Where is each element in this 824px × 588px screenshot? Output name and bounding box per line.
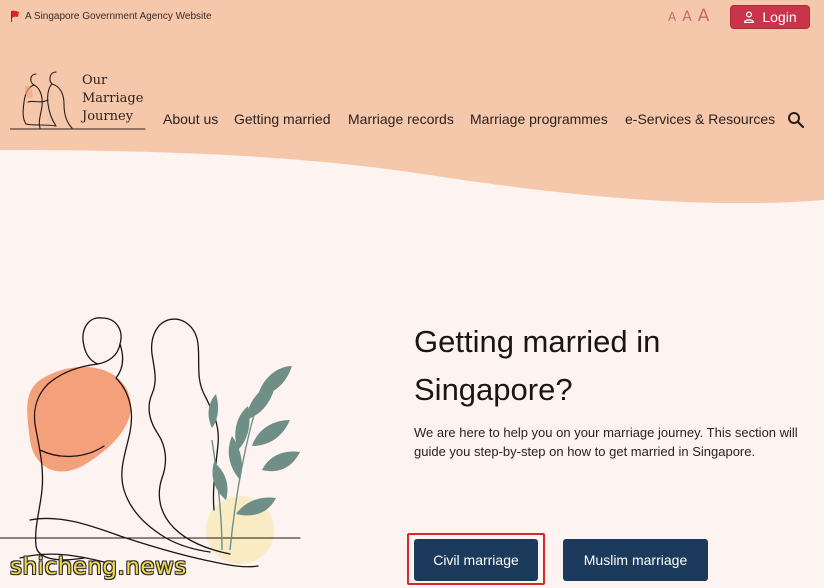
font-size-large-button[interactable]: A (698, 6, 710, 26)
nav-getting-married[interactable]: Getting married (234, 111, 330, 127)
search-icon[interactable] (787, 111, 805, 129)
hero-title-line-1: Getting married in (414, 324, 661, 359)
user-icon (744, 11, 755, 23)
font-size-small-button[interactable]: A (668, 10, 676, 24)
logo-line-journey: Journey (82, 109, 134, 124)
watermark: shicheng.news (10, 554, 187, 580)
login-button[interactable]: Login (730, 5, 810, 29)
nav-about-us[interactable]: About us (163, 111, 218, 127)
gov-banner-text: A Singapore Government Agency Website (25, 11, 212, 22)
couple-illustration (0, 317, 301, 568)
logo-line-marriage: Marriage (82, 91, 144, 106)
logo-text: Our Marriage Journey (82, 72, 162, 126)
civil-marriage-button[interactable]: Civil marriage (414, 539, 538, 581)
font-size-controls: A A A (668, 6, 709, 26)
hero-title-line-2: Singapore? (414, 372, 573, 407)
nav-marriage-records[interactable]: Marriage records (348, 111, 454, 127)
muslim-marriage-button[interactable]: Muslim marriage (563, 539, 708, 581)
hero-title: Getting married in Singapore? (414, 318, 794, 414)
hero-description: We are here to help you on your marriage… (414, 425, 798, 459)
logo-line-our: Our (82, 73, 108, 88)
font-size-medium-button[interactable]: A (682, 9, 692, 25)
nav-marriage-programmes[interactable]: Marriage programmes (470, 111, 608, 127)
nav-eservices-resources[interactable]: e-Services & Resources (625, 111, 775, 127)
login-label: Login (762, 9, 797, 25)
page: A Singapore Government Agency Website A … (0, 0, 824, 588)
singapore-flag-icon (11, 10, 19, 22)
